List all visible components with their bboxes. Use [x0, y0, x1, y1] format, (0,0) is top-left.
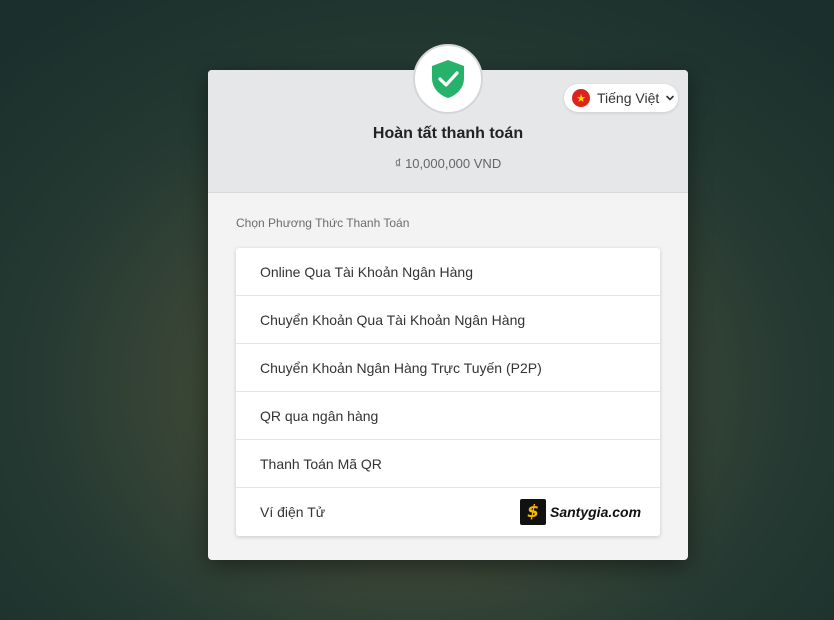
- payment-method-list: Online Qua Tài Khoản Ngân Hàng Chuyển Kh…: [236, 248, 660, 536]
- payment-method-label: Thanh Toán Mã QR: [260, 455, 382, 472]
- page-title: Hoàn tất thanh toán: [372, 125, 524, 142]
- shield-check-icon: [432, 60, 464, 98]
- payment-method-label: Ví điện Tử: [260, 504, 326, 520]
- payment-method-online-bank[interactable]: Online Qua Tài Khoản Ngân Hàng: [236, 248, 660, 296]
- payment-method-label: Online Qua Tài Khoản Ngân Hàng: [260, 263, 473, 280]
- payment-method-e-wallet[interactable]: Ví điện Tử $ Santygia.com: [236, 488, 660, 536]
- watermark-logo: $ Santygia.com: [520, 499, 641, 525]
- status-badge: [413, 44, 483, 114]
- payment-method-label: Chuyển Khoản Ngân Hàng Trực Tuyến (P2P): [260, 359, 542, 376]
- payment-method-qr-code[interactable]: Thanh Toán Mã QR: [236, 440, 660, 488]
- chevron-down-icon: [665, 93, 675, 103]
- language-selector[interactable]: ★ Tiếng Việt: [564, 84, 678, 112]
- payment-card: ★ Tiếng Việt Hoàn tất thanh toán ₫ 10,00…: [208, 44, 688, 560]
- payment-amount: ₫ 10,000,000 VND: [394, 156, 502, 171]
- payment-method-label: Chuyển Khoản Qua Tài Khoản Ngân Hàng: [260, 311, 526, 328]
- section-label: Chọn Phương Thức Thanh Toán: [236, 216, 410, 230]
- watermark-text: Santygia.com: [550, 504, 642, 520]
- payment-method-label: QR qua ngân hàng: [260, 407, 379, 424]
- payment-method-bank-transfer[interactable]: Chuyển Khoản Qua Tài Khoản Ngân Hàng: [236, 296, 660, 344]
- payment-method-p2p-transfer[interactable]: Chuyển Khoản Ngân Hàng Trực Tuyến (P2P): [236, 344, 660, 392]
- language-label: Tiếng Việt: [597, 90, 660, 106]
- payment-method-bank-qr[interactable]: QR qua ngân hàng: [236, 392, 660, 440]
- card-header: ★ Tiếng Việt Hoàn tất thanh toán ₫ 10,00…: [208, 44, 688, 193]
- dollar-logo-icon: $: [520, 499, 546, 525]
- vietnam-flag-icon: ★: [572, 89, 590, 107]
